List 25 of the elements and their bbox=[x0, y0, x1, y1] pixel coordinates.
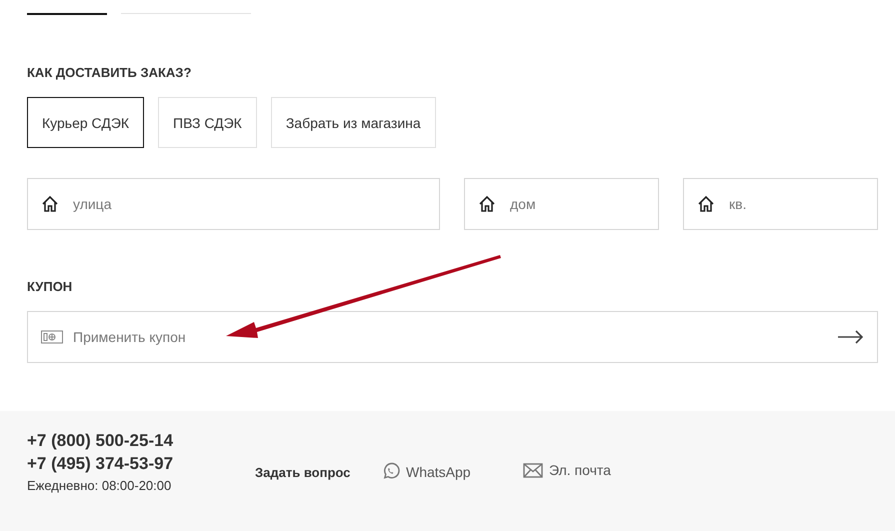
address-field[interactable]: кв. bbox=[683, 178, 878, 230]
phone-number: +7 (495) 374-53-97 bbox=[27, 453, 174, 475]
arrow-right-icon[interactable] bbox=[838, 330, 864, 344]
whatsapp-icon bbox=[381, 462, 400, 481]
house-icon bbox=[41, 195, 59, 213]
contact-link[interactable]: Эл. почта bbox=[523, 462, 665, 478]
delivery-option[interactable]: Забрать из магазина bbox=[270, 97, 436, 148]
coupon-field[interactable]: Применить купон bbox=[27, 311, 878, 363]
address-field[interactable]: дом bbox=[464, 178, 659, 230]
envelope-icon bbox=[523, 462, 543, 478]
address-field[interactable]: улица bbox=[27, 178, 440, 230]
tab-underline[interactable] bbox=[27, 13, 107, 15]
delivery-option[interactable]: ПВЗ СДЭК bbox=[158, 97, 257, 148]
section-heading: КУПОН bbox=[27, 279, 74, 294]
coupon-icon bbox=[41, 330, 63, 344]
house-icon bbox=[478, 195, 496, 213]
house-icon bbox=[697, 195, 715, 213]
contact-link[interactable]: WhatsApp bbox=[381, 462, 523, 481]
working-hours: Ежедневно: 08:00-20:00 bbox=[27, 478, 172, 493]
phone-number: +7 (800) 500-25-14 bbox=[27, 430, 174, 452]
section-heading: КАК ДОСТАВИТЬ ЗАКАЗ? bbox=[27, 65, 192, 80]
delivery-option[interactable]: Курьер СДЭК bbox=[27, 97, 144, 148]
contact-link-label: Эл. почта bbox=[549, 462, 611, 478]
ask-question-label: Задать вопрос bbox=[255, 465, 352, 480]
contact-link-label: WhatsApp bbox=[406, 464, 471, 480]
